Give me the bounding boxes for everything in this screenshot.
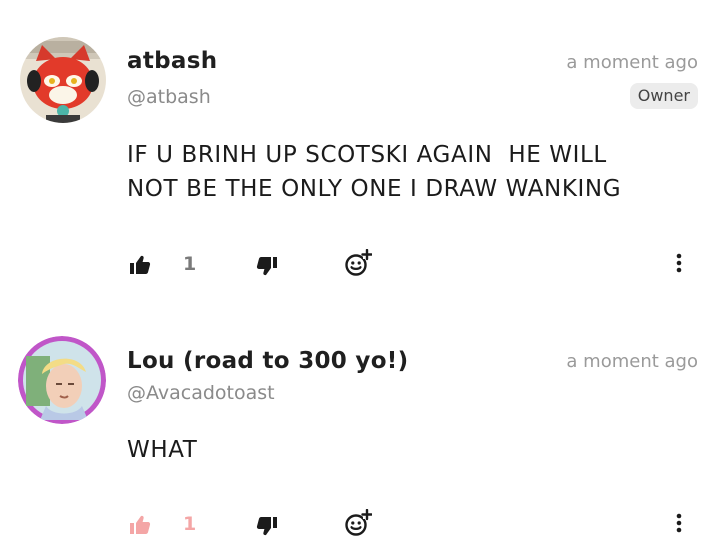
like-count: 1 — [183, 513, 197, 535]
like-button[interactable] — [129, 515, 151, 539]
more-options-button[interactable] — [676, 513, 682, 537]
author-name[interactable]: Lou (road to 300 yo!) — [127, 348, 408, 374]
timestamp: a moment ago — [566, 351, 698, 372]
author-handle: @Avacadotoast — [127, 382, 275, 404]
more-vertical-icon — [676, 513, 682, 533]
comment-actions: 1 — [0, 507, 720, 547]
comment: atbash @atbash a moment ago Owner IF U B… — [0, 0, 720, 300]
author-name[interactable]: atbash — [127, 48, 217, 74]
like-count: 1 — [183, 253, 197, 275]
avatar[interactable] — [20, 37, 106, 123]
avatar[interactable] — [18, 336, 106, 424]
thumbs-up-icon — [130, 515, 151, 534]
thumbs-down-icon — [256, 257, 277, 276]
comment-text: IF U BRINH UP SCOTSKI AGAIN HE WILL NOT … — [127, 142, 622, 202]
blond-person-avatar-icon — [18, 336, 106, 424]
comment-actions: 1 — [0, 247, 720, 287]
comment-text: WHAT — [127, 437, 198, 463]
thumbs-down-icon — [256, 517, 277, 536]
dislike-button[interactable] — [256, 256, 278, 280]
thumbs-up-icon — [130, 255, 151, 274]
red-cat-avatar-icon — [20, 37, 106, 123]
owner-badge: Owner — [629, 83, 698, 109]
more-vertical-icon — [676, 253, 682, 273]
author-handle: @atbash — [127, 86, 211, 108]
add-emoji-icon — [345, 248, 373, 276]
comment: Lou (road to 300 yo!) @Avacadotoast a mo… — [0, 300, 720, 560]
timestamp: a moment ago — [566, 52, 698, 73]
add-reaction-button[interactable] — [344, 508, 373, 541]
like-button[interactable] — [129, 255, 151, 279]
dislike-button[interactable] — [256, 516, 278, 540]
add-reaction-button[interactable] — [344, 248, 373, 281]
more-options-button[interactable] — [676, 253, 682, 277]
add-emoji-icon — [345, 508, 373, 536]
